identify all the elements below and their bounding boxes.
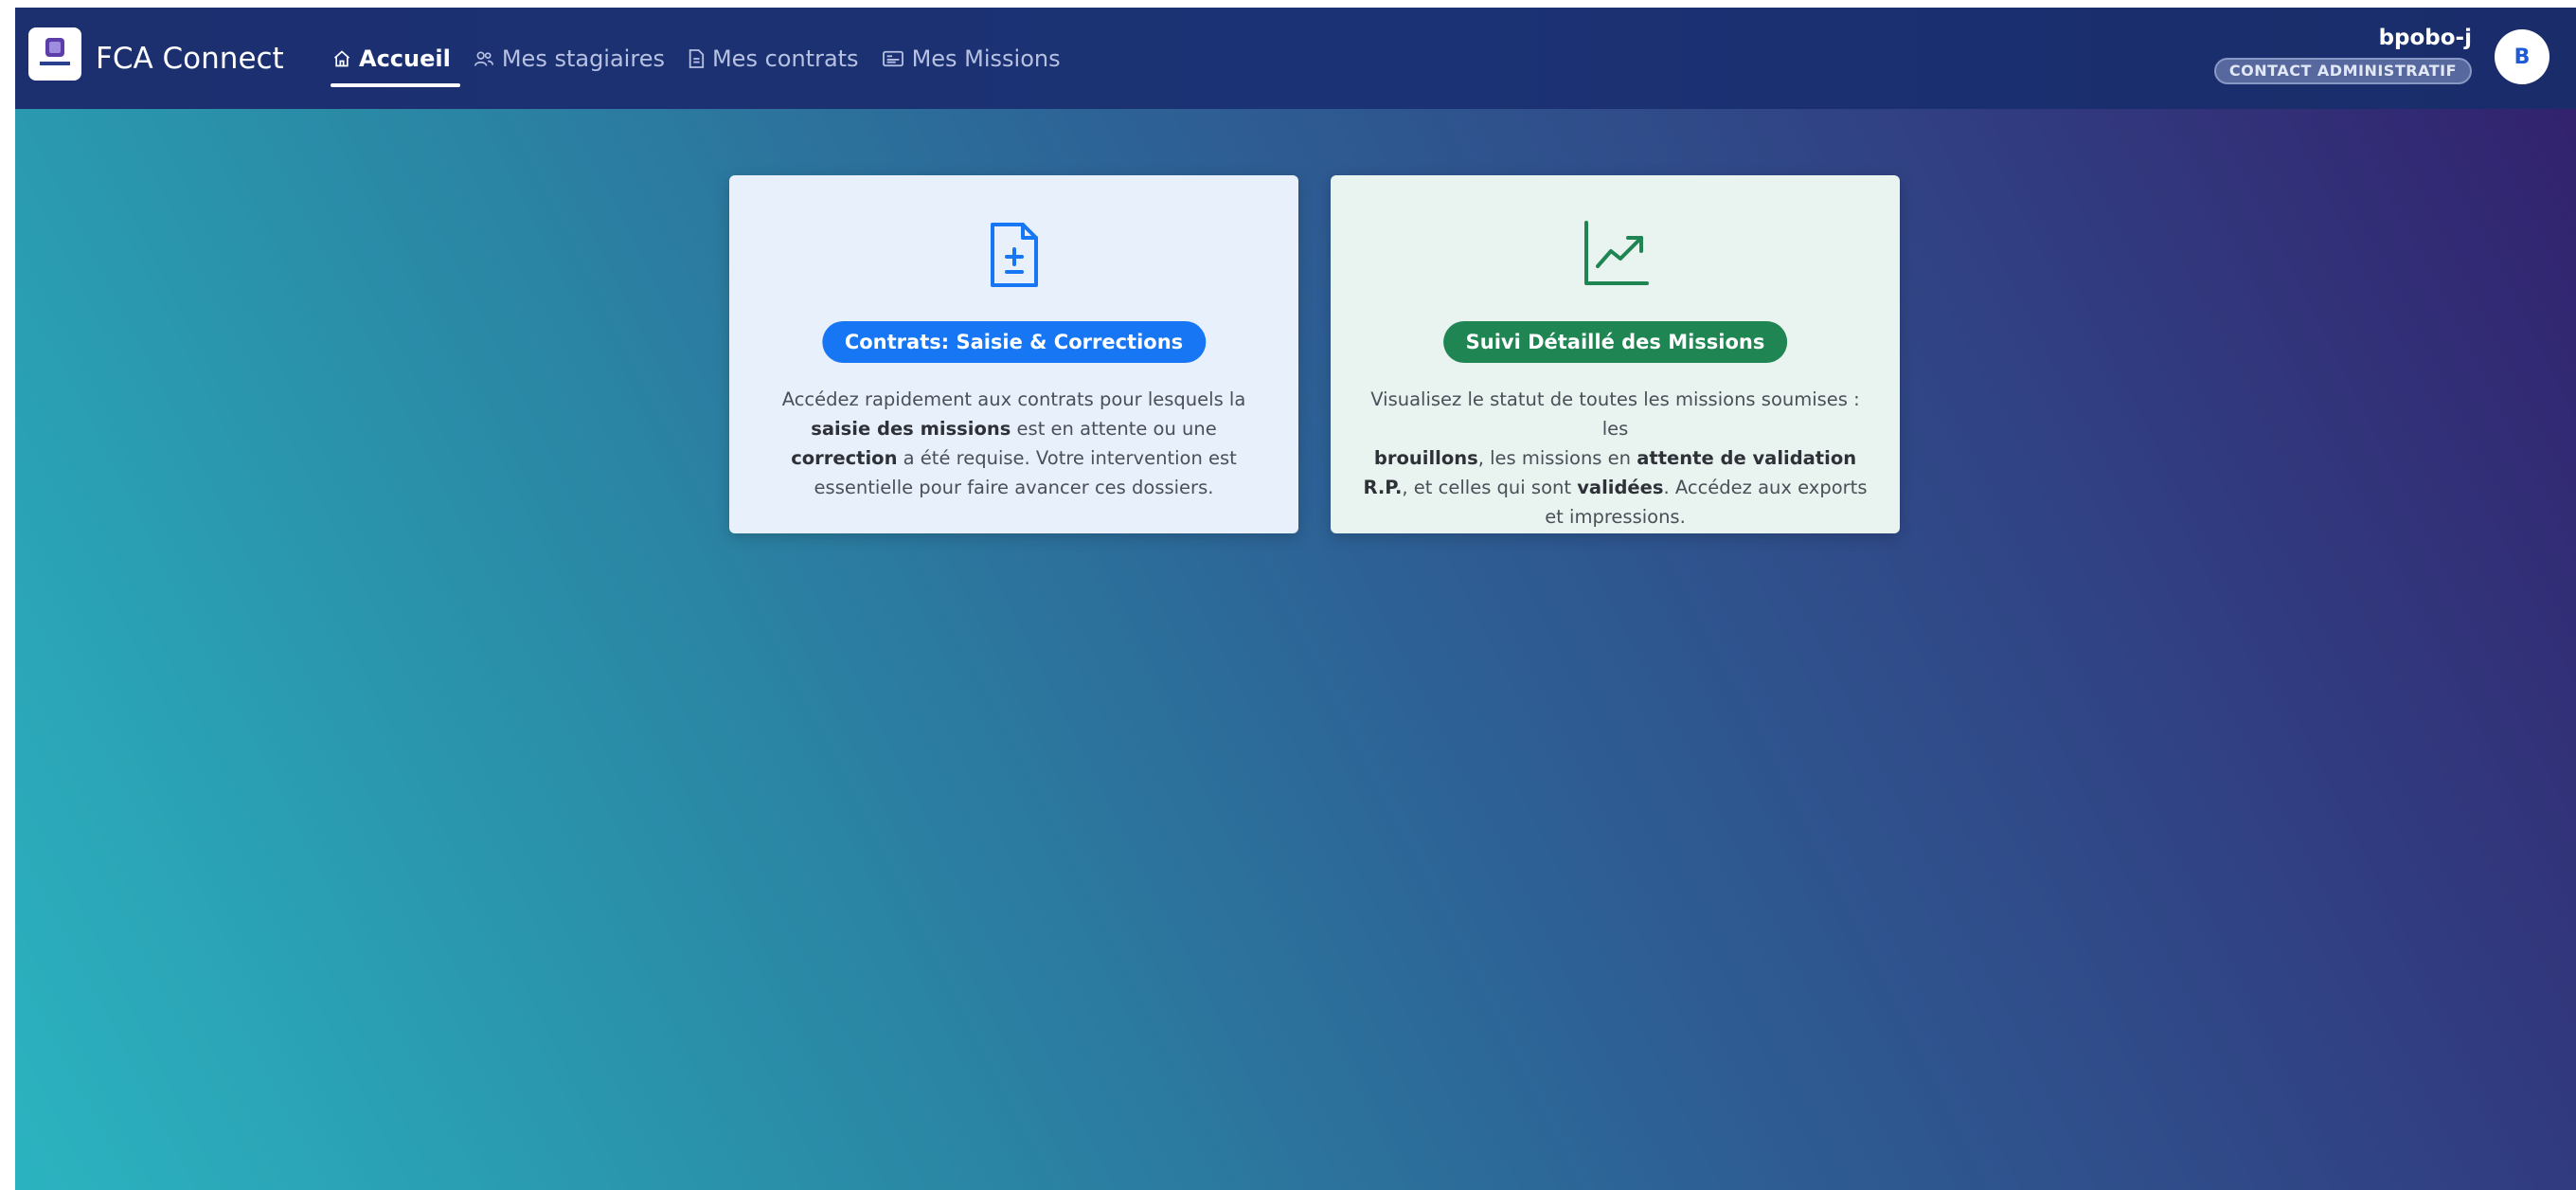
missions-tracking-button[interactable]: Suivi Détaillé des Missions	[1442, 321, 1788, 363]
id-card-icon	[882, 49, 904, 68]
nav-item-label: Accueil	[359, 45, 451, 72]
avatar[interactable]: B	[2495, 29, 2549, 84]
nav-item-label: Mes stagiaires	[501, 45, 665, 72]
role-badge: CONTACT ADMINISTRATIF	[2213, 58, 2472, 84]
user-name: bpobo-j	[2378, 26, 2472, 50]
nav-item-mes-missions[interactable]: Mes Missions	[872, 38, 1070, 80]
nav-item-label: Mes contrats	[711, 45, 859, 72]
users-icon	[474, 49, 494, 68]
main-nav: Accueil Mes stagiaires Mes contrats Mes …	[323, 38, 1074, 91]
card-description: Accédez rapidement aux contrats pour les…	[781, 388, 1246, 498]
nav-item-accueil[interactable]: Accueil	[323, 38, 460, 87]
contracts-card: Contrats: Saisie & Corrections Accédez r…	[729, 175, 1298, 533]
user-info[interactable]: bpobo-j CONTACT ADMINISTRATIF	[2213, 24, 2472, 84]
line-chart-icon	[1583, 221, 1649, 285]
nav-item-label: Mes Missions	[911, 45, 1061, 72]
missions-card: Suivi Détaillé des Missions Visualisez l…	[1331, 175, 1900, 533]
home-icon	[332, 49, 351, 68]
logo-icon	[40, 38, 70, 65]
file-plus-minus-icon	[990, 223, 1038, 287]
app-title[interactable]: FCA Connect	[96, 40, 284, 78]
card-description: Visualisez le statut de toutes les missi…	[1363, 388, 1868, 528]
nav-item-mes-contrats[interactable]: Mes contrats	[678, 38, 868, 80]
contracts-entry-button[interactable]: Contrats: Saisie & Corrections	[821, 321, 1207, 363]
nav-item-mes-stagiaires[interactable]: Mes stagiaires	[464, 38, 674, 80]
top-navbar: FCA Connect Accueil Mes stagiaires Mes c…	[15, 8, 2576, 109]
app-window: FCA Connect Accueil Mes stagiaires Mes c…	[15, 8, 2576, 1190]
document-icon	[688, 48, 705, 69]
app-logo[interactable]	[28, 27, 81, 81]
